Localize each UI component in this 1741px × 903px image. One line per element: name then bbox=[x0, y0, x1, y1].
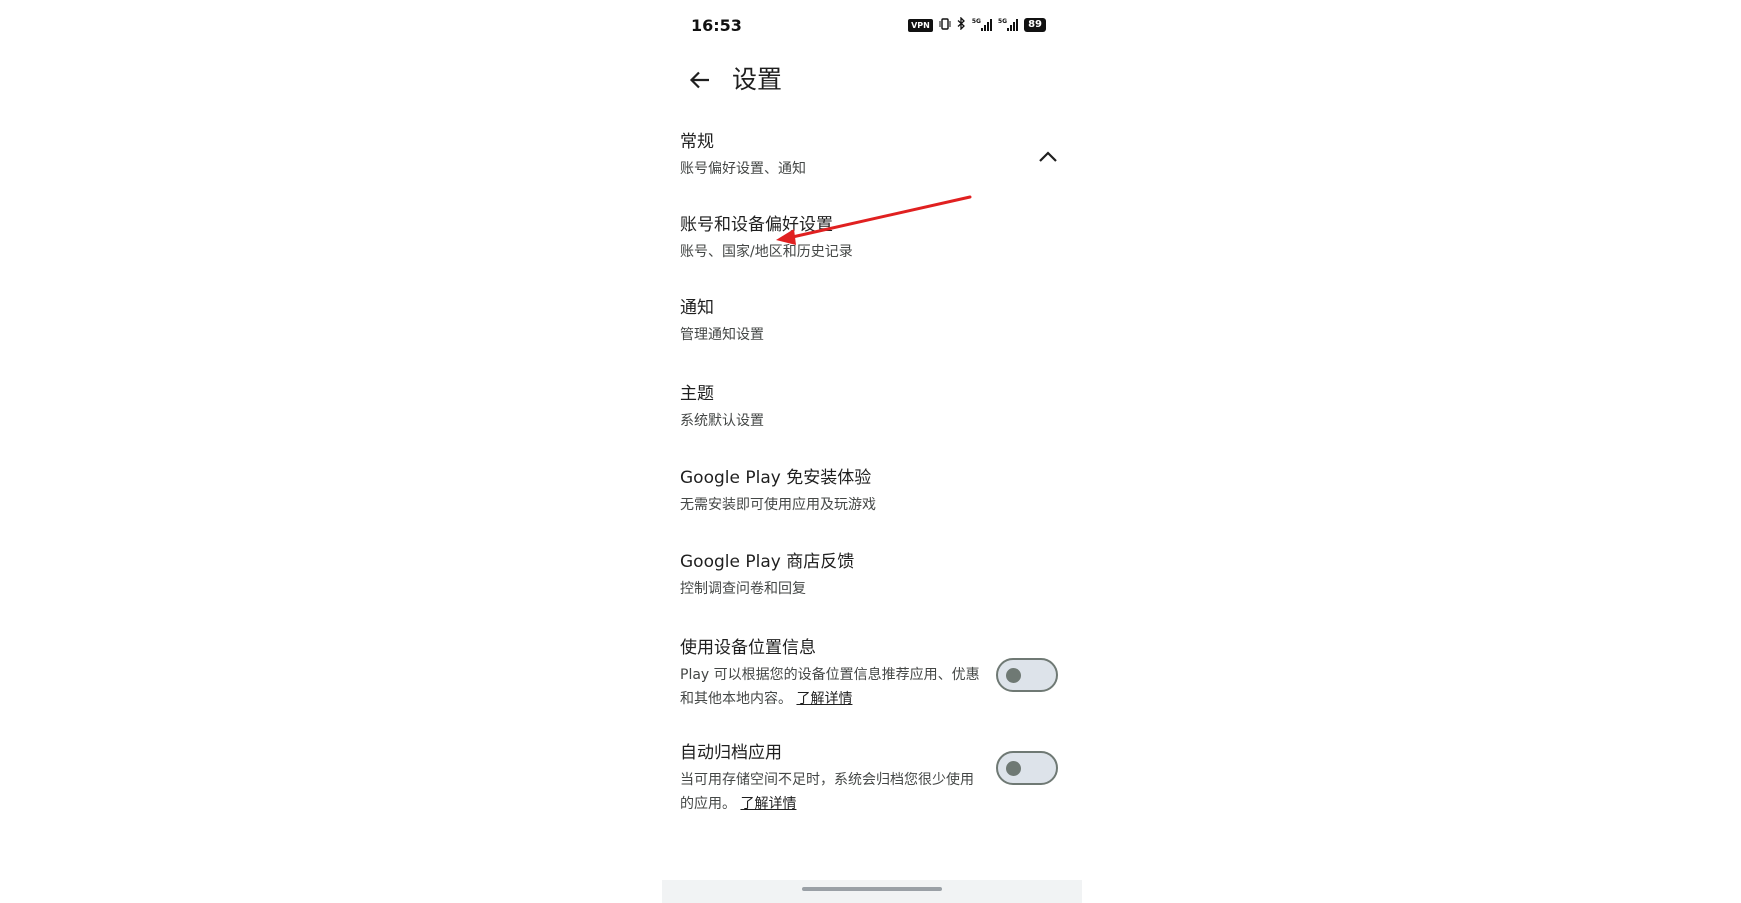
item-title: 使用设备位置信息 bbox=[680, 638, 816, 658]
battery-icon: 89 bbox=[1024, 18, 1046, 32]
item-subtitle: 当可用存储空间不足时，系统会归档您很少使用的应用。 了解详情 bbox=[680, 768, 980, 816]
item-title: Google Play 免安装体验 bbox=[680, 468, 872, 488]
status-icons: VPN 5G 5G 89 bbox=[908, 16, 1046, 33]
section-general-header[interactable]: 常规 账号偏好设置、通知 bbox=[662, 130, 1082, 192]
status-time: 16:53 bbox=[691, 16, 742, 35]
cellular-signal-icon-1: 5G bbox=[972, 19, 992, 31]
learn-more-link[interactable]: 了解详情 bbox=[796, 691, 852, 707]
toggle-knob bbox=[1006, 761, 1021, 776]
section-general-title: 常规 bbox=[680, 132, 714, 152]
item-subtitle: 系统默认设置 bbox=[680, 413, 764, 429]
network-type-label-2: 5G bbox=[997, 18, 1008, 25]
settings-item-theme[interactable]: 主题 系统默认设置 bbox=[662, 382, 1082, 442]
network-type-label-1: 5G bbox=[971, 18, 981, 25]
cellular-signal-icon-2: 5G bbox=[997, 18, 1019, 31]
item-title: 通知 bbox=[680, 298, 714, 318]
bluetooth-icon bbox=[957, 16, 966, 33]
section-general-subtitle: 账号偏好设置、通知 bbox=[680, 161, 806, 177]
settings-item-instant-apps[interactable]: Google Play 免安装体验 无需安装即可使用应用及玩游戏 bbox=[662, 466, 1082, 526]
app-bar: 设置 bbox=[662, 52, 1082, 108]
location-toggle[interactable] bbox=[996, 658, 1058, 692]
chevron-up-icon[interactable] bbox=[1034, 143, 1062, 171]
gesture-bar-area bbox=[662, 880, 1082, 903]
gesture-handle[interactable] bbox=[802, 887, 942, 891]
settings-item-auto-archive[interactable]: 自动归档应用 当可用存储空间不足时，系统会归档您很少使用的应用。 了解详情 bbox=[662, 741, 1082, 841]
vpn-icon: VPN bbox=[908, 18, 933, 32]
settings-item-device-location[interactable]: 使用设备位置信息 Play 可以根据您的设备位置信息推荐应用、优惠和其他本地内容… bbox=[662, 636, 1082, 726]
settings-item-account-device-preferences[interactable]: 账号和设备偏好设置 账号、国家/地区和历史记录 bbox=[662, 213, 1082, 273]
toggle-knob bbox=[1006, 668, 1021, 683]
back-button[interactable] bbox=[682, 62, 718, 98]
item-title: 账号和设备偏好设置 bbox=[680, 215, 833, 235]
status-bar: 16:53 VPN 5G 5G 89 bbox=[662, 0, 1082, 50]
settings-screen: 16:53 VPN 5G 5G 89 设置 常规 账号偏好设置、通知 账号和设备… bbox=[662, 0, 1082, 903]
vibrate-icon bbox=[939, 17, 951, 33]
settings-item-store-feedback[interactable]: Google Play 商店反馈 控制调查问卷和回复 bbox=[662, 550, 1082, 610]
item-subtitle: 管理通知设置 bbox=[680, 327, 764, 343]
item-title: 自动归档应用 bbox=[680, 743, 782, 763]
item-subtitle-text: 当可用存储空间不足时，系统会归档您很少使用的应用。 bbox=[680, 772, 974, 812]
learn-more-link[interactable]: 了解详情 bbox=[740, 796, 796, 812]
item-subtitle: 控制调查问卷和回复 bbox=[680, 581, 806, 597]
item-title: Google Play 商店反馈 bbox=[680, 552, 855, 572]
item-subtitle: Play 可以根据您的设备位置信息推荐应用、优惠和其他本地内容。 了解详情 bbox=[680, 663, 980, 711]
arrow-back-icon bbox=[689, 71, 709, 89]
item-title: 主题 bbox=[680, 384, 714, 404]
settings-item-notifications[interactable]: 通知 管理通知设置 bbox=[662, 296, 1082, 356]
item-subtitle: 无需安装即可使用应用及玩游戏 bbox=[680, 497, 876, 513]
page-title: 设置 bbox=[732, 65, 783, 94]
item-subtitle: 账号、国家/地区和历史记录 bbox=[680, 244, 853, 260]
auto-archive-toggle[interactable] bbox=[996, 751, 1058, 785]
